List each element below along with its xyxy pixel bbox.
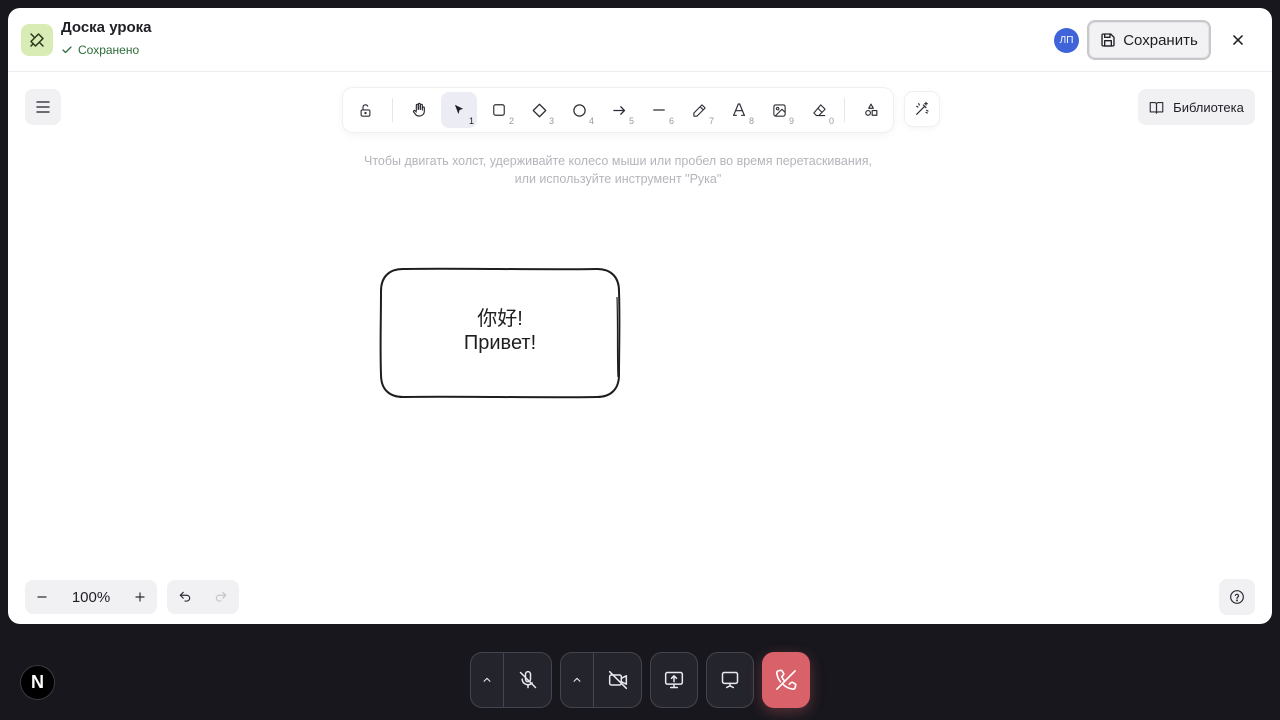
history-controls <box>167 580 239 614</box>
share-screen-icon <box>664 671 684 689</box>
image-icon <box>772 103 786 117</box>
redo-icon <box>215 591 227 602</box>
tool-shortcut: 3 <box>548 116 554 126</box>
tool-rectangle[interactable]: 2 <box>481 92 517 128</box>
shapes-icon <box>865 103 878 116</box>
whiteboard-app-icon <box>21 24 53 56</box>
microphone-toggle-button[interactable] <box>504 653 552 707</box>
tool-arrow[interactable]: 5 <box>601 92 637 128</box>
tool-diamond[interactable]: 3 <box>521 92 557 128</box>
book-icon <box>1149 101 1164 114</box>
tool-draw[interactable]: 7 <box>681 92 717 128</box>
canvas-hint: Чтобы двигать холст, удерживайте колесо … <box>338 152 898 188</box>
chevron-up-icon <box>573 677 581 682</box>
tool-shortcut: 1 <box>468 116 474 126</box>
rectangle-icon <box>493 104 505 116</box>
tool-shortcut: 9 <box>788 116 794 126</box>
whiteboard-window: Доска урока Сохранено ЛП Сохранить 1 2 3… <box>8 8 1272 624</box>
save-status: Сохранено <box>61 43 139 57</box>
tool-shortcut: 7 <box>708 116 714 126</box>
camera-controls <box>560 652 642 708</box>
canvas-hint-line2: или используйте инструмент "Рука" <box>514 172 722 186</box>
tool-image[interactable]: 9 <box>761 92 797 128</box>
line-icon <box>653 109 665 111</box>
magic-tool-button[interactable] <box>905 92 939 126</box>
floppy-disk-icon <box>1101 33 1115 47</box>
tool-palette: 1 2 3 4 5 6 7 8 9 0 <box>343 88 893 132</box>
zoom-out-button[interactable] <box>25 580 59 614</box>
canvas-text[interactable]: 你好! Привет! <box>379 307 621 355</box>
library-label: Библиотека <box>1173 99 1244 115</box>
magic-wand-icon <box>916 101 929 115</box>
avatar[interactable]: ЛП <box>1054 28 1079 53</box>
zoom-in-button[interactable] <box>123 580 157 614</box>
text-icon <box>733 103 745 116</box>
tool-selection[interactable]: 1 <box>441 92 477 128</box>
tool-text[interactable]: 8 <box>721 92 757 128</box>
drawing-canvas[interactable]: 1 2 3 4 5 6 7 8 9 0 Чтобы двигать холст,… <box>8 73 1272 624</box>
diamond-icon <box>532 103 546 117</box>
save-button[interactable]: Сохранить <box>1087 20 1211 60</box>
tool-lock[interactable] <box>347 92 383 128</box>
microphone-controls <box>470 652 552 708</box>
zoom-level[interactable]: 100% <box>59 580 123 614</box>
hamburger-icon <box>36 101 50 113</box>
eraser-icon <box>812 103 826 116</box>
camera-toggle-button[interactable] <box>594 653 641 707</box>
app-logo[interactable]: N <box>20 665 55 700</box>
whiteboard-icon <box>721 671 739 689</box>
tool-ellipse[interactable]: 4 <box>561 92 597 128</box>
library-button[interactable]: Библиотека <box>1138 89 1255 125</box>
plus-icon <box>135 592 145 602</box>
help-icon <box>1230 590 1244 604</box>
tool-shortcut: 0 <box>828 116 834 126</box>
camera-options-button[interactable] <box>561 653 593 707</box>
tool-shortcut: 6 <box>668 116 674 126</box>
undo-icon <box>179 591 191 602</box>
page-title: Доска урока <box>61 19 152 36</box>
save-status-label: Сохранено <box>78 43 140 57</box>
hand-icon <box>412 102 425 117</box>
header: Доска урока Сохранено ЛП Сохранить <box>8 8 1272 72</box>
canvas-text-line2: Привет! <box>463 332 537 354</box>
ellipse-icon <box>572 103 586 117</box>
undo-button[interactable] <box>167 580 203 614</box>
tool-eraser[interactable]: 0 <box>801 92 837 128</box>
tool-more-shapes[interactable] <box>853 92 889 128</box>
camera-off-icon <box>608 670 628 690</box>
end-call-button[interactable] <box>762 652 810 708</box>
arrow-right-icon <box>612 105 625 115</box>
tool-shortcut: 2 <box>508 116 514 126</box>
whiteboard-button[interactable] <box>706 652 754 708</box>
close-icon <box>1233 35 1243 45</box>
chevron-up-icon <box>483 677 491 682</box>
redo-button[interactable] <box>203 580 239 614</box>
canvas-hint-line1: Чтобы двигать холст, удерживайте колесо … <box>364 154 872 168</box>
microphone-off-icon <box>518 670 538 689</box>
tool-line[interactable]: 6 <box>641 92 677 128</box>
tool-shortcut: 5 <box>628 116 634 126</box>
cursor-icon <box>454 104 464 115</box>
tool-hand[interactable] <box>401 92 437 128</box>
tool-shortcut: 8 <box>748 116 754 126</box>
phone-off-icon <box>776 669 797 690</box>
help-button[interactable] <box>1219 579 1255 615</box>
check-icon <box>62 46 72 54</box>
zoom-controls: 100% <box>25 580 157 614</box>
microphone-options-button[interactable] <box>471 653 503 707</box>
tool-shortcut: 4 <box>588 116 594 126</box>
pencil-icon <box>692 103 706 117</box>
save-button-label: Сохранить <box>1123 31 1198 49</box>
share-screen-button[interactable] <box>650 652 698 708</box>
main-menu-button[interactable] <box>25 89 61 125</box>
close-button[interactable] <box>1228 30 1248 50</box>
canvas-text-line1: 你好! <box>477 308 523 330</box>
minus-icon <box>37 596 47 598</box>
unlock-icon <box>360 103 370 117</box>
